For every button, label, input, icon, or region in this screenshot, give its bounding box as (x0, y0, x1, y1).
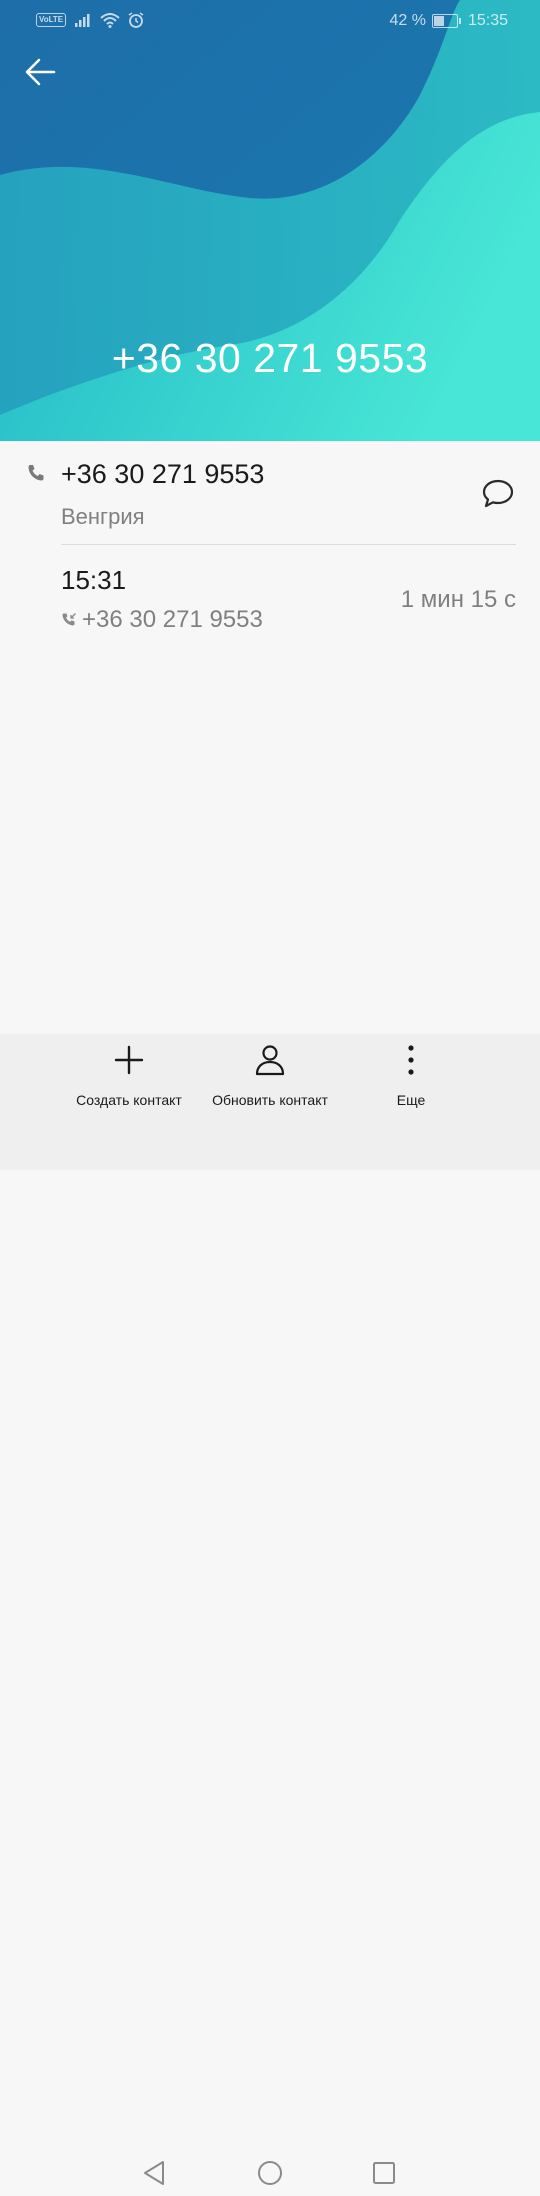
battery-level (433, 16, 445, 26)
more-button[interactable]: Еще (336, 1042, 486, 1108)
call-time: 15:31 (61, 565, 127, 595)
create-contact-button[interactable]: Создать контакт (54, 1042, 204, 1108)
update-contact-label: Обновить контакт (212, 1092, 328, 1108)
nav-home-button[interactable] (253, 2156, 287, 2190)
call-duration: 1 мин 15 с (400, 586, 516, 613)
back-button[interactable] (22, 52, 62, 92)
wifi-icon (100, 13, 120, 28)
message-bubble-icon (482, 479, 514, 508)
status-bar: VoLTE 42 % 15:35 (0, 0, 540, 44)
nav-home-icon (258, 2161, 282, 2185)
details-section: +36 30 271 9553 Венгрия 15:31 +36 30 271… (0, 441, 540, 645)
header-phone-number: +36 30 271 9553 (111, 335, 429, 381)
nav-recents-button[interactable] (367, 2156, 401, 2190)
contact-header: VoLTE 42 % 15:35 +36 30 271 9553 (0, 0, 540, 441)
signal-icon (75, 14, 90, 27)
create-contact-label: Создать контакт (76, 1092, 182, 1108)
phone-icon (28, 465, 44, 481)
entry-country: Венгрия (61, 504, 145, 529)
bottom-action-bar: Создать контакт Обновить контакт Еще (0, 1034, 540, 2185)
entry-phone-number: +36 30 271 9553 (61, 459, 265, 489)
more-label: Еще (396, 1092, 426, 1108)
nav-recents-icon (373, 2162, 395, 2184)
status-time: 15:35 (467, 12, 508, 29)
plus-icon (114, 1045, 144, 1075)
system-navigation-bar (0, 2150, 540, 2196)
battery-percent: 42 % (389, 12, 426, 29)
battery-icon (431, 14, 461, 28)
more-vertical-icon (408, 1045, 414, 1075)
send-message-button[interactable] (480, 477, 516, 511)
arrow-left-icon (25, 58, 56, 86)
incoming-call-icon (62, 613, 76, 626)
person-icon (255, 1045, 285, 1076)
alarm-icon (128, 12, 144, 28)
call-number: +36 30 271 9553 (82, 606, 263, 633)
call-log-item[interactable]: 15:31 +36 30 271 9553 1 мин 15 с (0, 545, 540, 645)
number-entry[interactable]: +36 30 271 9553 Венгрия (0, 441, 540, 545)
volte-badge: VoLTE (36, 13, 67, 27)
nav-back-button[interactable] (137, 2156, 171, 2190)
nav-back-icon (144, 2161, 164, 2185)
update-contact-button[interactable]: Обновить контакт (195, 1042, 345, 1108)
